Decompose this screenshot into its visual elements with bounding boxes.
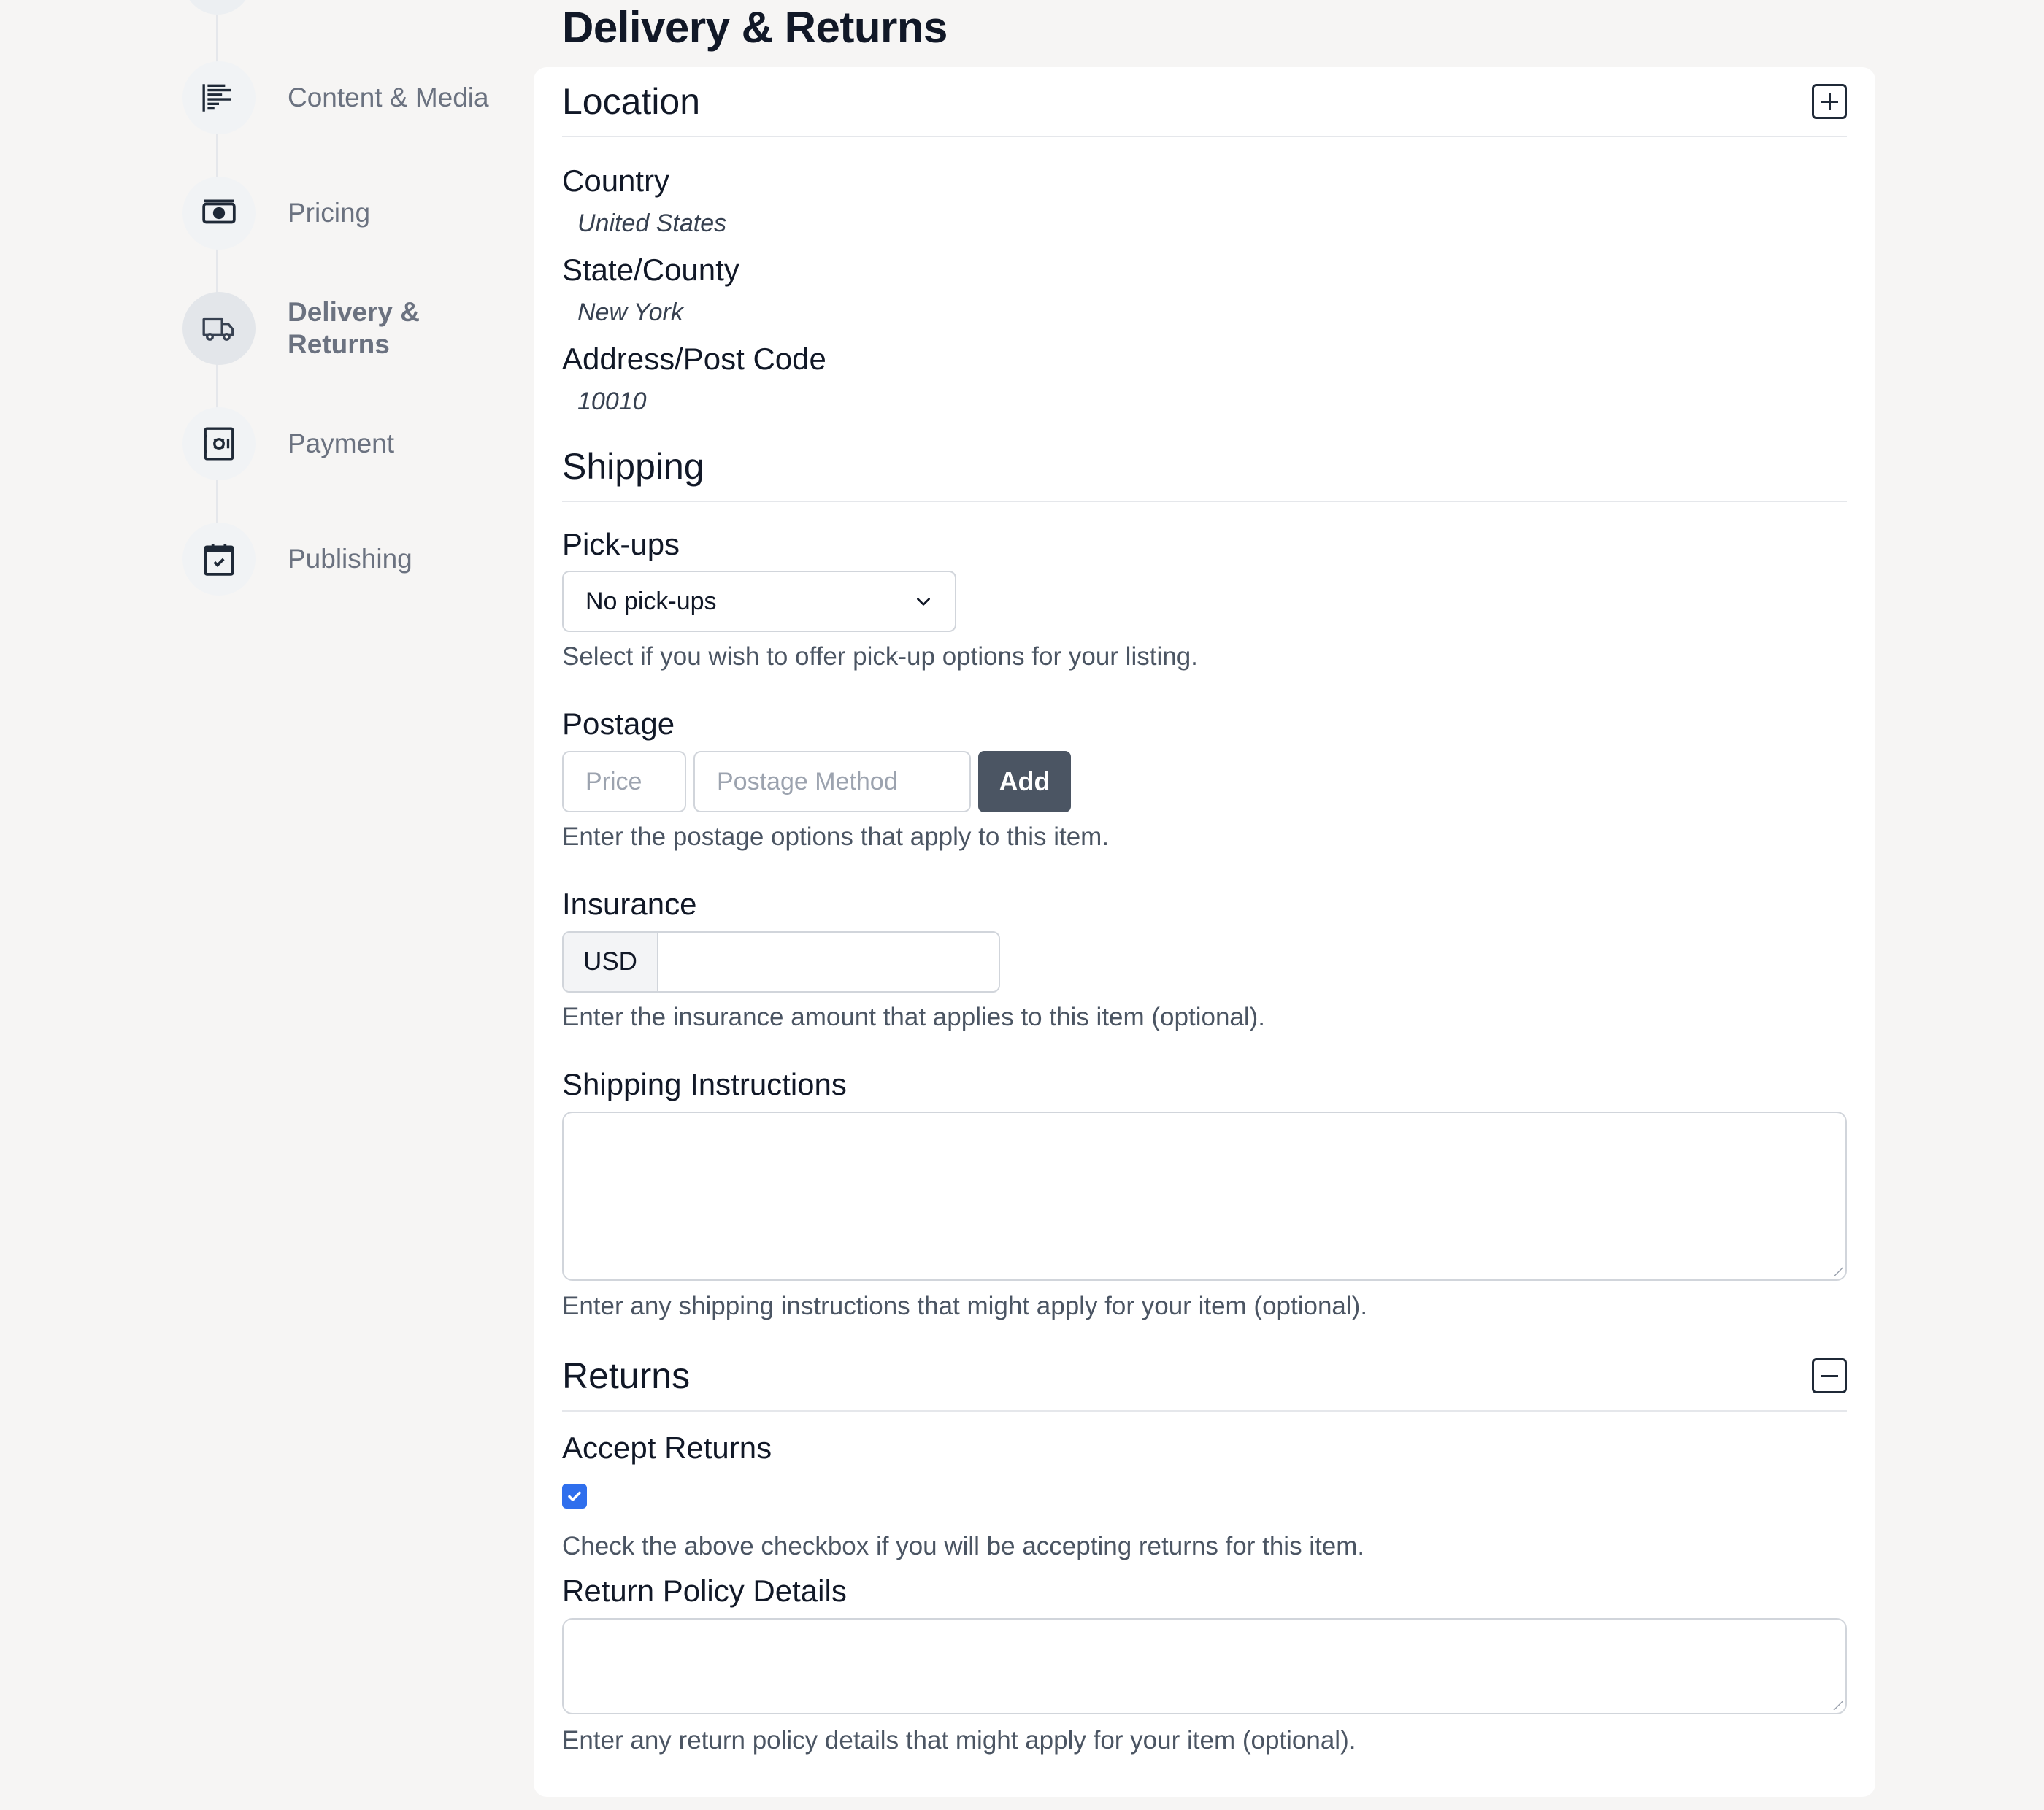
shipping-instructions-help: Enter any shipping instructions that mig… — [562, 1292, 1368, 1320]
step-label: Content & Media — [288, 82, 489, 112]
return-policy-help: Enter any return policy details that mig… — [562, 1726, 1356, 1755]
return-policy-label: Return Policy Details — [562, 1574, 847, 1608]
shipping-instructions-label: Shipping Instructions — [562, 1067, 847, 1101]
returns-title: Returns — [562, 1355, 691, 1396]
shipping-title: Shipping — [562, 446, 704, 487]
country-value: United States — [577, 209, 727, 237]
step-circle — [182, 523, 256, 596]
calendar-check-icon — [204, 544, 234, 576]
step-publishing[interactable]: Publishing — [182, 523, 526, 596]
step-circle — [182, 61, 256, 134]
postage-price-placeholder: Price — [585, 767, 642, 796]
postage-label: Postage — [562, 706, 675, 741]
pickups-select[interactable]: No pick-ups — [562, 571, 956, 632]
form-card: Location Country United States State/Cou… — [534, 67, 1875, 1797]
collapse-minus-icon[interactable] — [1812, 1358, 1847, 1393]
postage-method-placeholder: Postage Method — [717, 767, 898, 796]
add-postage-button[interactable]: Add — [978, 751, 1071, 812]
insurance-amount-input[interactable] — [658, 933, 999, 991]
expand-plus-icon[interactable] — [1812, 84, 1847, 119]
page-title: Delivery & Returns — [562, 3, 948, 52]
step-label: Payment — [288, 428, 395, 458]
shipping-instructions-textarea[interactable] — [562, 1112, 1847, 1281]
accept-returns-help: Check the above checkbox if you will be … — [562, 1532, 1365, 1560]
insurance-input-group: USD — [562, 931, 1000, 993]
pickups-selected-value: No pick-ups — [585, 587, 717, 615]
address-label: Address/Post Code — [562, 342, 826, 376]
return-policy-textarea[interactable] — [562, 1618, 1847, 1714]
address-value: 10010 — [577, 388, 647, 415]
pricing-icon — [202, 199, 236, 224]
insurance-currency-addon: USD — [564, 933, 658, 991]
postage-method-input[interactable]: Postage Method — [694, 751, 971, 812]
shipping-section-header: Shipping — [562, 432, 1847, 502]
returns-section-header: Returns — [562, 1341, 1847, 1412]
content-media-icon — [202, 84, 231, 112]
pickups-label: Pick-ups — [562, 527, 680, 561]
step-label: Pricing — [288, 198, 371, 228]
step-circle — [182, 407, 256, 480]
accept-returns-checkbox[interactable] — [562, 1484, 587, 1509]
checkmark-icon — [568, 1491, 581, 1501]
page: Content & Media Pricing Delivery & Retur… — [0, 0, 2044, 1810]
step-circle — [182, 292, 256, 365]
postage-price-input[interactable]: Price — [562, 751, 686, 812]
step-content-media[interactable]: Content & Media — [182, 61, 526, 134]
location-section-header: Location — [562, 67, 1847, 137]
previous-step-circle[interactable] — [182, 0, 253, 15]
step-label: Publishing — [288, 544, 412, 574]
step-delivery-returns[interactable]: Delivery & Returns — [182, 292, 526, 365]
chevron-down-icon — [917, 598, 930, 606]
step-payment[interactable]: Payment — [182, 407, 526, 480]
payment-icon — [204, 427, 234, 461]
step-circle — [182, 177, 256, 250]
step-label: Delivery & Returns — [288, 297, 420, 359]
state-label: State/County — [562, 253, 739, 287]
insurance-help: Enter the insurance amount that applies … — [562, 1003, 1266, 1031]
country-label: Country — [562, 163, 670, 198]
truck-icon — [202, 317, 234, 341]
postage-help: Enter the postage options that apply to … — [562, 823, 1110, 851]
state-value: New York — [577, 299, 683, 326]
step-pricing[interactable]: Pricing — [182, 177, 526, 250]
location-title: Location — [562, 81, 701, 122]
insurance-label: Insurance — [562, 887, 697, 921]
pickups-help: Select if you wish to offer pick-up opti… — [562, 642, 1198, 671]
accept-returns-label: Accept Returns — [562, 1430, 772, 1465]
step-navigation: Content & Media Pricing Delivery & Retur… — [0, 0, 526, 657]
